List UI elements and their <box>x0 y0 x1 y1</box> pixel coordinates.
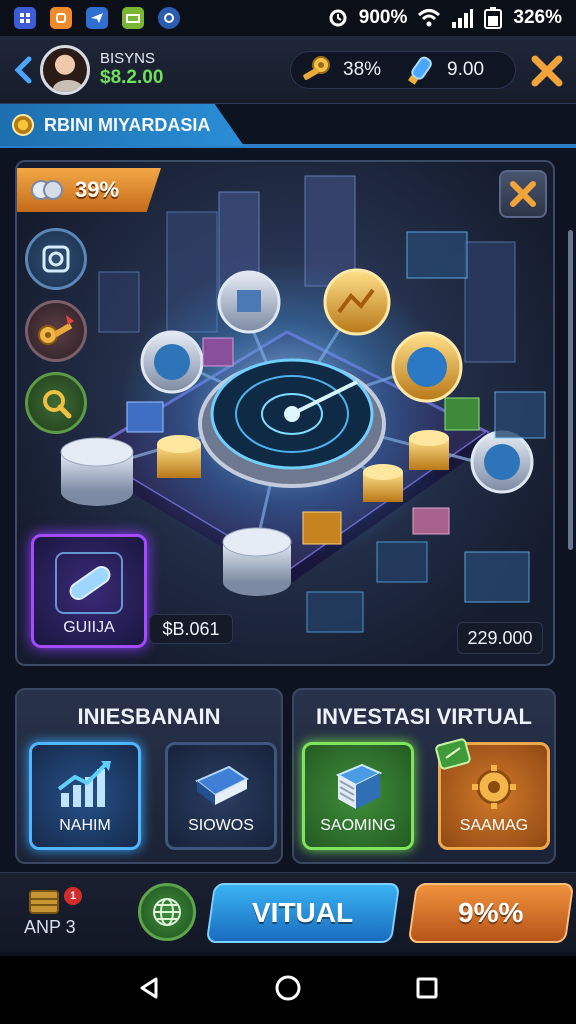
potion-icon <box>408 56 432 85</box>
app-icon-orange <box>50 7 72 29</box>
alarm-level: 900% <box>358 7 408 28</box>
top-header: BISYNS $8.2.00 38% 9.00 <box>0 36 576 104</box>
nav-home-button[interactable] <box>274 974 302 1007</box>
android-nav-bar <box>0 956 576 1024</box>
resource-item-keys[interactable]: 38% <box>299 53 381 87</box>
circle-home-icon <box>275 975 301 1000</box>
leaf-badge-icon <box>435 738 471 770</box>
growth-chart-icon <box>57 761 111 807</box>
key-icon <box>38 315 74 345</box>
coins-icon <box>31 180 63 200</box>
ap-counter[interactable]: 1 ANP 3 <box>24 887 84 943</box>
globe-button[interactable] <box>138 883 196 941</box>
tile-label: SIOWOS <box>188 817 254 834</box>
notification-badge: 1 <box>64 887 82 905</box>
app-icon-shield <box>158 7 180 29</box>
search-icon <box>43 390 72 419</box>
app-icon-send <box>86 7 108 29</box>
server-icon <box>335 763 383 809</box>
right-category-panel: INVESTASI VIRTUAL SAOMING SAAMAG <box>292 688 556 864</box>
nav-back-button[interactable] <box>137 976 161 1005</box>
left-panel-title: INIESBANAIN <box>77 704 221 729</box>
percent-button[interactable]: 9%% <box>407 883 575 943</box>
tile-saoming[interactable]: SAOMING <box>302 742 414 850</box>
player-balance: $8.2.00 <box>100 67 164 88</box>
wifi-icon <box>418 9 441 27</box>
header-close-button[interactable] <box>530 54 564 88</box>
right-panel-title: INVESTASI VIRTUAL <box>316 704 532 729</box>
player-info: BISYNS $8.2.00 <box>100 50 163 89</box>
tile-siowos[interactable]: SIOWOS <box>165 742 277 850</box>
target-square-icon <box>42 245 70 273</box>
pill-chip-icon <box>55 552 123 614</box>
avatar[interactable] <box>40 44 90 95</box>
signal-icon <box>452 9 474 28</box>
book-icon <box>195 765 249 805</box>
virtual-button[interactable]: VITUAL <box>205 883 401 943</box>
tile-label: SAAMAG <box>459 817 529 834</box>
section-tab-label: RBINI MIYARDASIA <box>44 114 211 135</box>
tile-label: SAOMING <box>320 817 396 834</box>
app-icon-green <box>122 7 144 29</box>
battery-text: 326% <box>513 7 562 28</box>
globe-icon <box>153 898 181 926</box>
back-button[interactable] <box>10 50 36 90</box>
triangle-back-icon <box>140 977 158 998</box>
percent-button-label: 9%% <box>458 897 524 928</box>
percent-banner: 39% <box>17 168 161 212</box>
left-category-panel: INIESBANAIN NAHIM SIOWOS <box>15 688 283 864</box>
close-icon <box>510 181 536 207</box>
banner-percent: 39% <box>75 177 120 202</box>
key-icon <box>303 56 330 80</box>
nav-recents-button[interactable] <box>415 976 439 1005</box>
target-button[interactable] <box>25 228 87 290</box>
tab-section[interactable]: RBINI MIYARDASIA <box>0 104 244 146</box>
guide-card[interactable]: GUIIJA <box>31 534 147 648</box>
resource-2-value: 9.00 <box>447 59 485 80</box>
value-right-label: 229.000 <box>457 622 543 654</box>
central-radar <box>198 358 386 488</box>
alarm-icon <box>329 9 347 27</box>
app-icon-blue <box>14 7 36 29</box>
guide-card-label: GUIIJA <box>63 619 115 636</box>
system-status: 900% 326% <box>327 7 562 29</box>
investment-scene-panel: 39% GUIIJA $B.061 229.000 <box>15 160 555 666</box>
chest-icon <box>29 890 59 914</box>
resource-pill: 38% 9.00 <box>290 51 516 89</box>
bottom-action-bar: 1 ANP 3 VITUAL 9%% <box>0 872 576 952</box>
square-recents-icon <box>416 977 438 998</box>
value-left-label: $B.061 <box>149 614 233 644</box>
battery-icon <box>484 7 503 29</box>
coin-icon <box>12 114 34 136</box>
ap-label: ANP 3 <box>24 917 76 937</box>
scrollbar[interactable] <box>568 230 573 550</box>
search-button[interactable] <box>25 372 87 434</box>
close-icon <box>531 55 563 87</box>
chevron-left-icon <box>14 56 32 83</box>
status-bar: 900% 326% <box>0 0 576 36</box>
player-name: BISYNS <box>100 50 156 67</box>
virtual-button-label: VITUAL <box>252 897 354 928</box>
panel-close-button[interactable] <box>499 170 547 218</box>
tile-label: NAHIM <box>59 817 111 834</box>
tile-nahim[interactable]: NAHIM <box>29 742 141 850</box>
key-button[interactable] <box>25 300 87 362</box>
resource-1-value: 38% <box>343 59 382 80</box>
resource-item-potion[interactable]: 9.00 <box>405 53 484 87</box>
notification-icons <box>14 7 180 29</box>
